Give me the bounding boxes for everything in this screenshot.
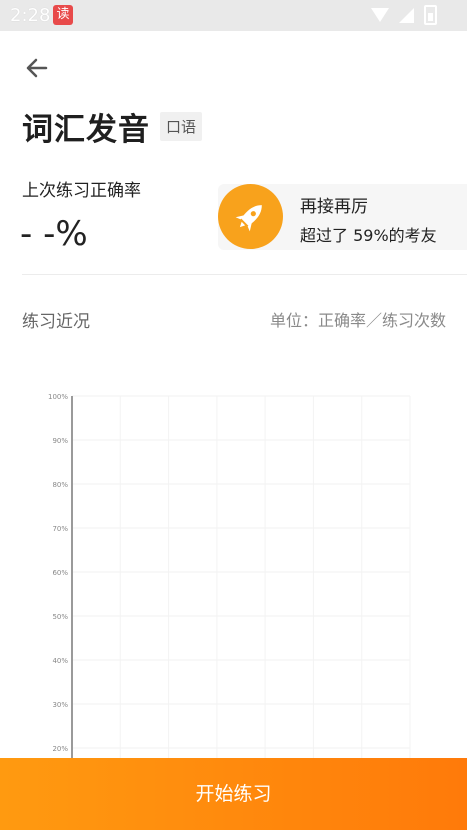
start-practice-button[interactable]: 开始练习 xyxy=(0,758,467,830)
y-tick-label: 20% xyxy=(52,745,68,753)
signal-icon xyxy=(399,7,414,23)
y-tick-label: 60% xyxy=(52,569,68,577)
encouragement-title: 再接再厉 xyxy=(300,197,368,217)
practice-section-title: 练习近况 xyxy=(22,312,90,332)
unit-label: 单位：正确率／练习次数 xyxy=(269,311,446,330)
status-icons xyxy=(371,5,437,25)
status-bar: 2:28 读 xyxy=(0,0,467,31)
wifi-icon xyxy=(371,8,389,22)
y-tick-label: 30% xyxy=(52,701,68,709)
app-notification-icon: 读 xyxy=(53,5,73,25)
last-accuracy-label: 上次练习正确率 xyxy=(22,181,141,201)
title-row: 词汇发音 口语 xyxy=(22,106,203,148)
y-tick-label: 40% xyxy=(52,657,68,665)
page-title: 词汇发音 xyxy=(22,111,150,148)
y-tick-label: 100% xyxy=(48,393,68,401)
battery-icon xyxy=(424,5,437,25)
chart-svg: 100% 90% 80% 70% 60% 50% 40% 30% 20% xyxy=(48,393,411,760)
y-tick-label: 70% xyxy=(52,525,68,533)
encouragement-subtitle: 超过了 59%的考友 xyxy=(300,226,437,245)
status-time: 2:28 xyxy=(10,5,51,26)
rocket-icon xyxy=(218,184,283,249)
y-tick-label: 50% xyxy=(52,613,68,621)
divider xyxy=(22,274,467,275)
encouragement-card: 再接再厉 超过了 59%的考友 xyxy=(218,184,467,250)
y-tick-label: 90% xyxy=(52,437,68,445)
back-arrow-icon xyxy=(26,58,48,78)
back-button[interactable] xyxy=(22,53,52,83)
practice-chart: 100% 90% 80% 70% 60% 50% 40% 30% 20% xyxy=(0,380,467,760)
y-tick-label: 80% xyxy=(52,481,68,489)
last-accuracy-value: - -% xyxy=(20,214,88,254)
category-tag: 口语 xyxy=(160,111,203,141)
